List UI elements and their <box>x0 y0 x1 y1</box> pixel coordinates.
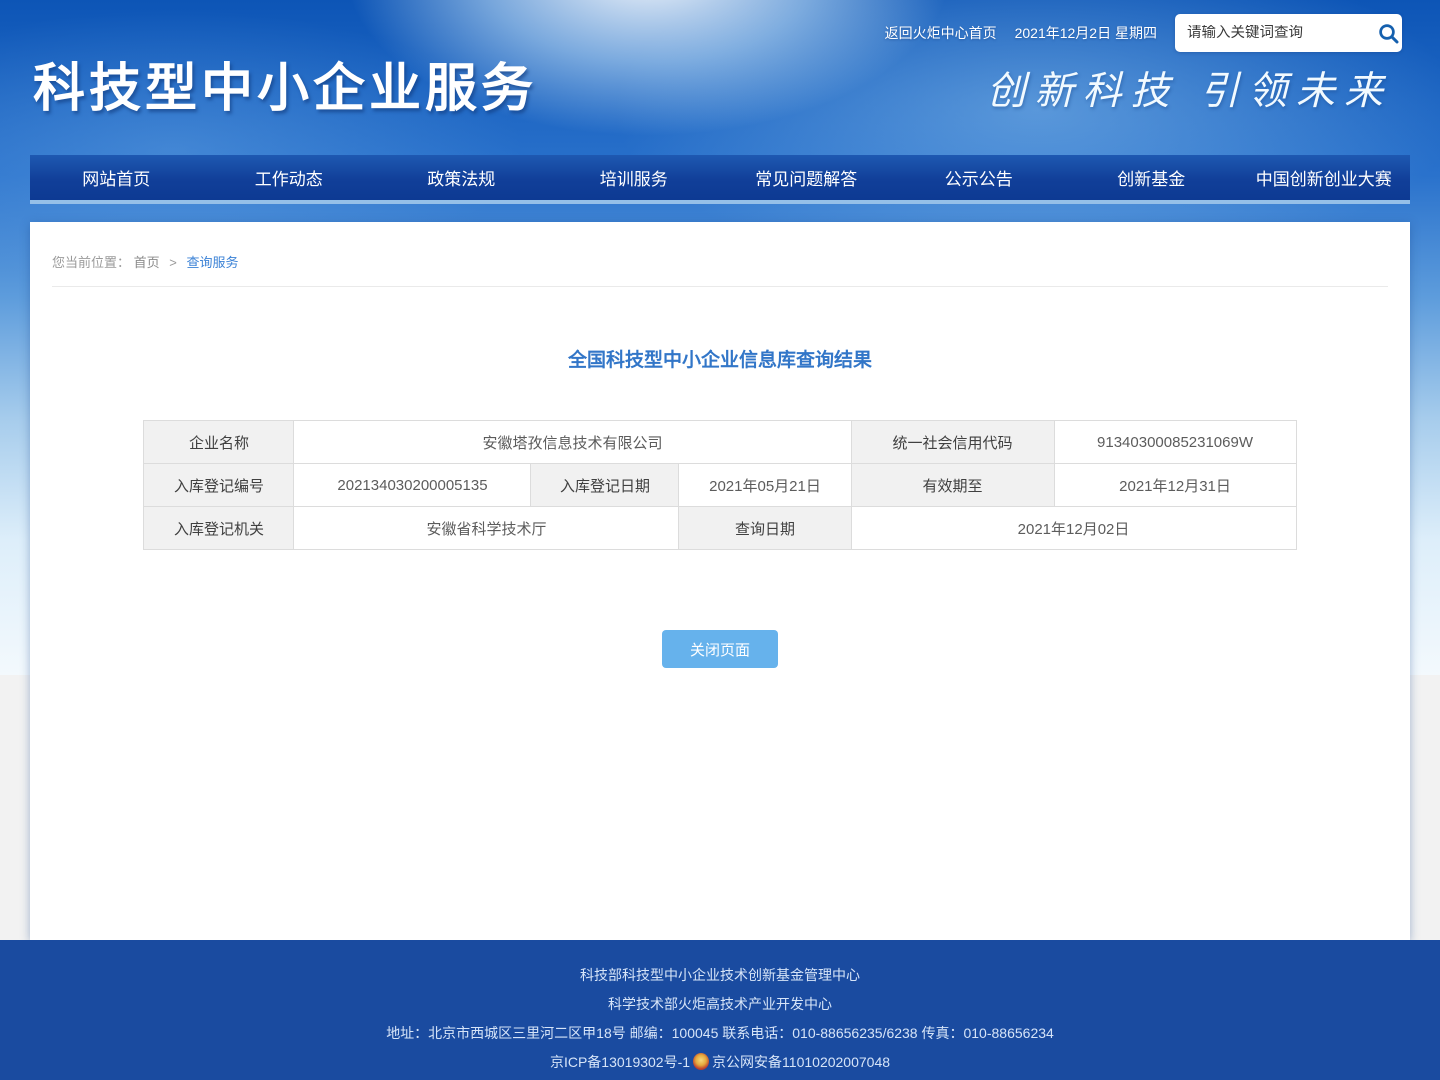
police-badge-icon <box>693 1053 709 1070</box>
value-valid-until: 2021年12月31日 <box>1054 464 1296 507</box>
nav-item-home[interactable]: 网站首页 <box>30 155 203 200</box>
nav-item-announcements[interactable]: 公示公告 <box>893 155 1066 200</box>
search-input[interactable] <box>1187 25 1374 41</box>
label-credit-code: 统一社会信用代码 <box>851 421 1054 464</box>
label-company-name: 企业名称 <box>144 421 294 464</box>
nav-item-training[interactable]: 培训服务 <box>548 155 721 200</box>
value-query-date: 2021年12月02日 <box>851 507 1296 550</box>
breadcrumb: 您当前位置： 首页 > 查询服务 <box>52 222 1388 287</box>
label-query-date: 查询日期 <box>679 507 851 550</box>
breadcrumb-separator: > <box>169 255 177 270</box>
value-registration-authority: 安徽省科学技术厅 <box>294 507 679 550</box>
return-torch-home-link[interactable]: 返回火炬中心首页 <box>885 23 997 43</box>
table-row: 入库登记机关 安徽省科学技术厅 查询日期 2021年12月02日 <box>144 507 1296 550</box>
table-row: 企业名称 安徽塔孜信息技术有限公司 统一社会信用代码 9134030008523… <box>144 421 1296 464</box>
footer: 科技部科技型中小企业技术创新基金管理中心 科学技术部火炬高技术产业开发中心 地址… <box>0 940 1440 1080</box>
footer-org-line1: 科技部科技型中小企业技术创新基金管理中心 <box>0 961 1440 990</box>
search-icon <box>1376 21 1401 46</box>
nav-item-faq[interactable]: 常见问题解答 <box>720 155 893 200</box>
nav-item-policies[interactable]: 政策法规 <box>375 155 548 200</box>
value-company-name: 安徽塔孜信息技术有限公司 <box>294 421 851 464</box>
site-title: 科技型中小企业服务 <box>33 46 537 121</box>
nav-item-innovation-fund[interactable]: 创新基金 <box>1065 155 1238 200</box>
footer-contact-line: 地址：北京市西城区三里河二区甲18号 邮编：100045 联系电话：010-88… <box>0 1019 1440 1048</box>
breadcrumb-home-link[interactable]: 首页 <box>134 255 160 270</box>
label-registration-number: 入库登记编号 <box>144 464 294 507</box>
header: 科技型中小企业服务 返回火炬中心首页 2021年12月2日 星期四 创新科技 引… <box>0 0 1440 155</box>
label-registration-date: 入库登记日期 <box>531 464 679 507</box>
page: 科技型中小企业服务 返回火炬中心首页 2021年12月2日 星期四 创新科技 引… <box>0 0 1440 1080</box>
breadcrumb-current-link[interactable]: 查询服务 <box>187 255 239 270</box>
current-date-text: 2021年12月2日 星期四 <box>1015 23 1157 43</box>
table-row: 入库登记编号 202134030200005135 入库登记日期 2021年05… <box>144 464 1296 507</box>
footer-license-line: 京ICP备13019302号-1 京公网安备11010202007048 <box>0 1048 1440 1077</box>
value-registration-date: 2021年05月21日 <box>679 464 851 507</box>
search-button[interactable] <box>1374 19 1403 48</box>
label-registration-authority: 入库登记机关 <box>144 507 294 550</box>
header-slogan: 创新科技 引领未来 <box>987 60 1392 116</box>
icp-license-link[interactable]: 京ICP备13019302号-1 <box>550 1054 690 1070</box>
footer-org-line2: 科学技术部火炬高技术产业开发中心 <box>0 990 1440 1019</box>
label-valid-until: 有效期至 <box>851 464 1054 507</box>
nav-item-innovation-contest[interactable]: 中国创新创业大赛 <box>1238 155 1411 200</box>
close-page-button[interactable]: 关闭页面 <box>662 630 778 668</box>
header-top-bar: 返回火炬中心首页 2021年12月2日 星期四 <box>885 14 1402 52</box>
search-box[interactable] <box>1175 14 1402 52</box>
nav-item-work-news[interactable]: 工作动态 <box>203 155 376 200</box>
value-registration-number: 202134030200005135 <box>294 464 531 507</box>
main-nav: 网站首页 工作动态 政策法规 培训服务 常见问题解答 公示公告 创新基金 中国创… <box>30 155 1410 204</box>
content-panel: 您当前位置： 首页 > 查询服务 全国科技型中小企业信息库查询结果 企业名称 安… <box>30 222 1410 940</box>
query-result-table: 企业名称 安徽塔孜信息技术有限公司 统一社会信用代码 9134030008523… <box>143 420 1296 550</box>
police-license-link[interactable]: 京公网安备11010202007048 <box>712 1054 890 1070</box>
breadcrumb-label: 您当前位置： <box>52 255 130 270</box>
page-title: 全国科技型中小企业信息库查询结果 <box>30 345 1410 372</box>
value-credit-code: 91340300085231069W <box>1054 421 1296 464</box>
